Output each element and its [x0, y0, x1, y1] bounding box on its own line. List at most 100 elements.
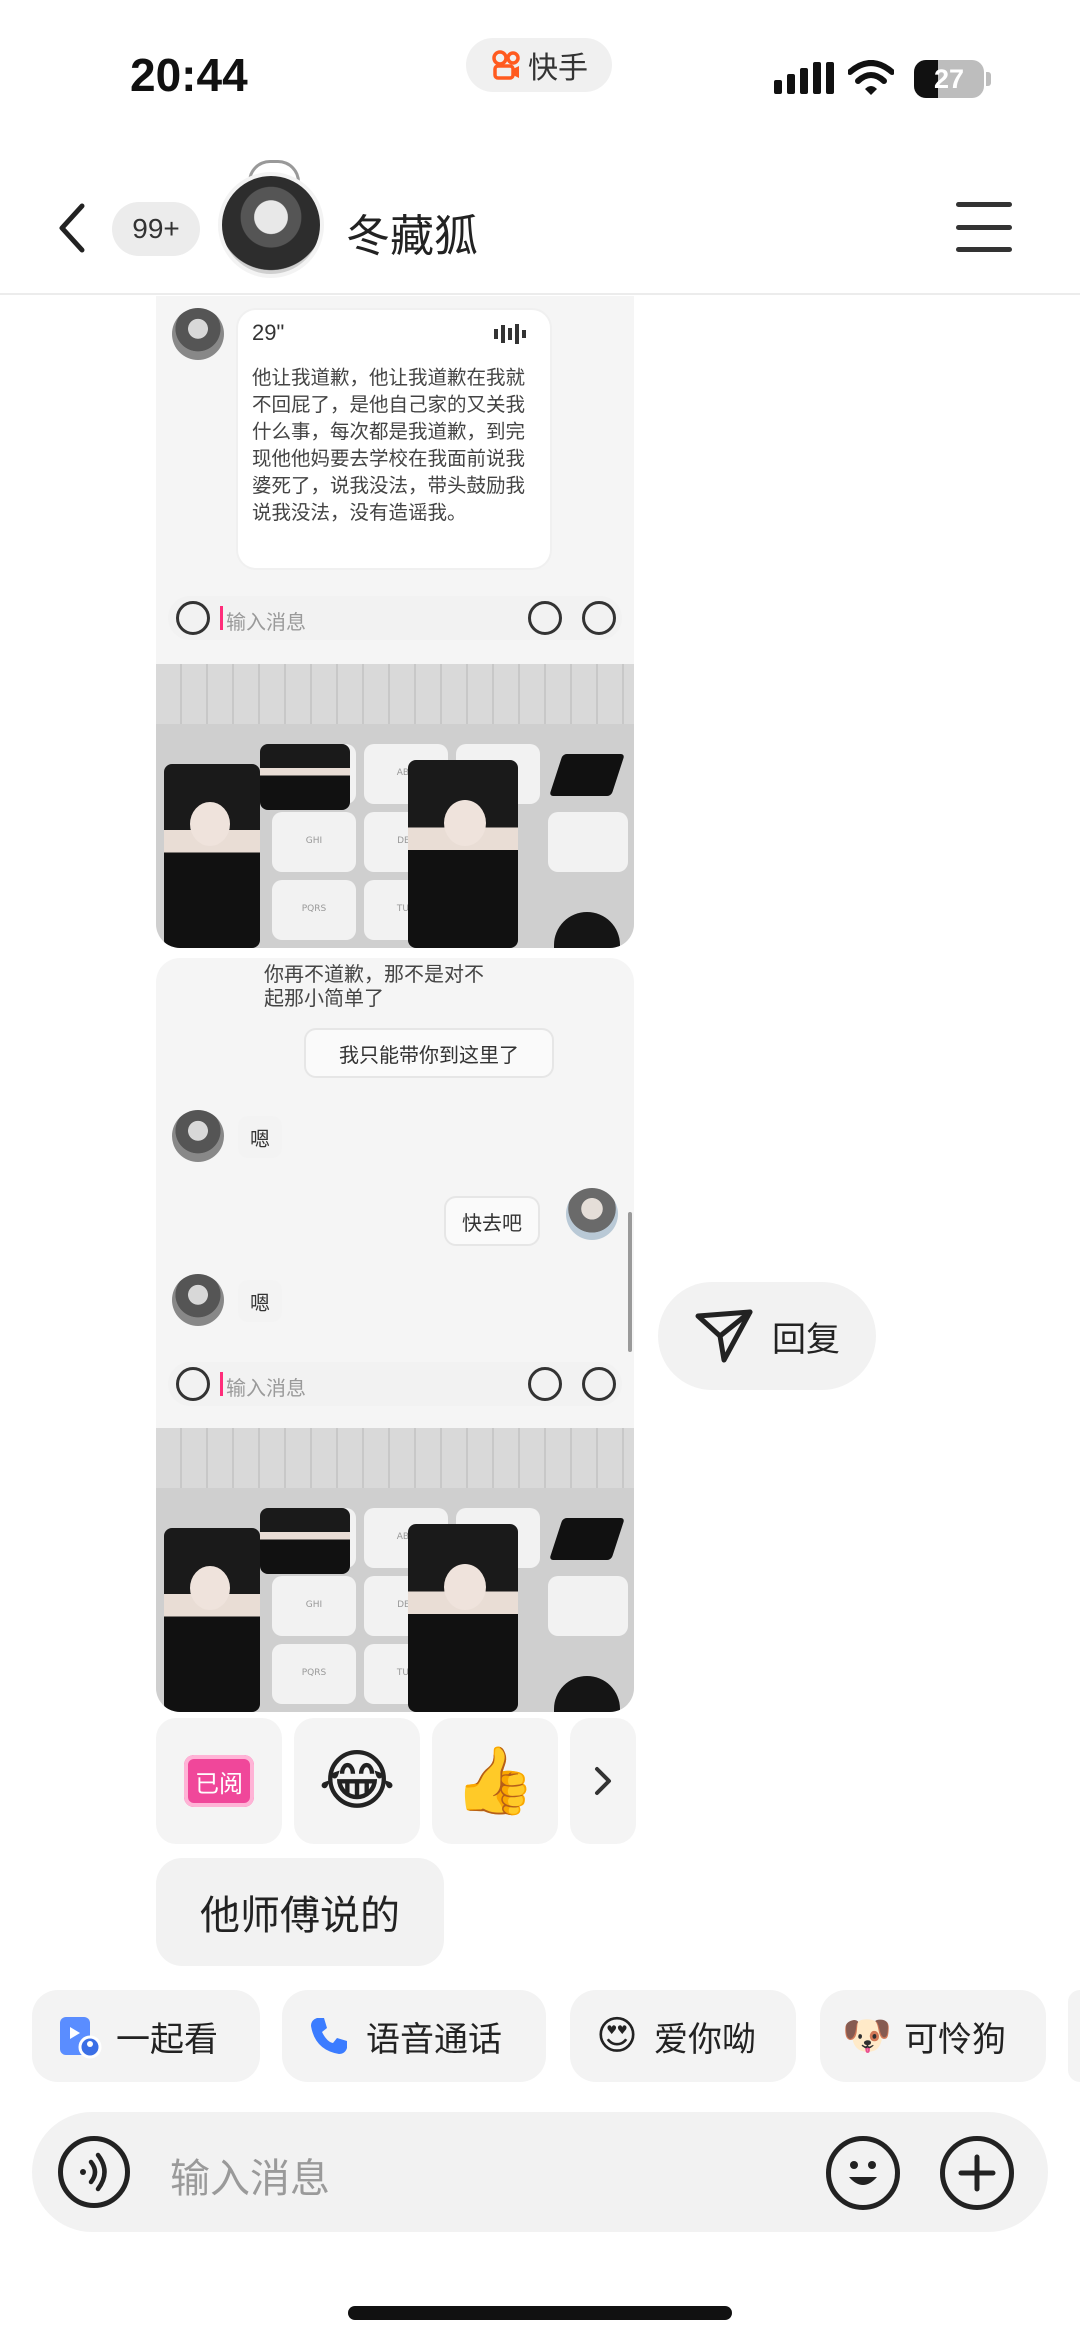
chat-image-screenshot-2[interactable]: 你再不道歉，那不是对不 起那小简单了 我只能带你到这里了 嗯 快去吧 嗯 输入消… [156, 958, 634, 1712]
chevron-right-icon [595, 1767, 611, 1795]
voice-icon [176, 601, 210, 635]
read-badge: 已阅 [184, 1755, 254, 1807]
back-icon [59, 203, 85, 253]
phone-icon [306, 2013, 352, 2059]
keyboard-area: ABC GHI DEF PQRS TUV [156, 664, 634, 948]
quick-action-watch-together[interactable]: 一起看 [32, 1990, 260, 2082]
chat-image-screenshot-1[interactable]: 29" 他让我道歉，他让我道歉在我就不回屁了，是他自己家的又关我什么事，每次都是… [156, 296, 634, 948]
quick-action-overflow[interactable] [1068, 1990, 1080, 2082]
avatar [172, 308, 224, 360]
hearts-pattern [156, 664, 634, 724]
handwritten-bubble: 我只能带你到这里了 [306, 1030, 552, 1076]
sticker-hair [554, 912, 620, 948]
quick-action-label: 语音通话 [366, 2019, 502, 2060]
handwritten-text: 我只能带你到这里了 [339, 1042, 519, 1067]
avatar [172, 1110, 224, 1162]
reply-label: 回复 [772, 1319, 840, 1360]
avatar [172, 1274, 224, 1326]
battery-cap [986, 72, 991, 86]
plus-icon [582, 1367, 616, 1401]
key [548, 812, 628, 872]
contact-name[interactable]: 冬藏狐 [346, 200, 478, 264]
back-button[interactable] [50, 198, 100, 258]
reaction-laugh-button[interactable]: 😂 [294, 1718, 420, 1844]
emoji-button[interactable] [826, 2136, 900, 2210]
keyboard-area: ABC GHI DEF PQRS TUV [156, 1428, 634, 1712]
app-indicator-pill[interactable]: 快手 [466, 38, 612, 92]
voice-input-button[interactable] [58, 2136, 130, 2208]
header-divider [0, 293, 1080, 295]
avatar [566, 1188, 618, 1240]
voice-transcript-card: 29" 他让我道歉，他让我道歉在我就不回屁了，是他自己家的又关我什么事，每次都是… [238, 310, 550, 568]
status-time: 20:44 [130, 49, 248, 101]
sticker-girl-small [260, 744, 350, 810]
text-cursor [220, 1372, 223, 1396]
mini-input-placeholder: 输入消息 [226, 610, 306, 634]
emoji-icon [528, 601, 562, 635]
plus-icon [582, 601, 616, 635]
cellular-signal-icon [774, 62, 834, 94]
key: PQRS [272, 880, 356, 940]
sticker-hair [554, 1676, 620, 1712]
hearts-pattern [156, 1428, 634, 1488]
sticker-laptop [549, 1518, 625, 1560]
scroll-indicator [628, 1212, 632, 1352]
reaction-thumbs-up-button[interactable]: 👍 [432, 1718, 558, 1844]
quick-action-voice-call[interactable]: 语音通话 [282, 1990, 546, 2082]
watch-together-icon [56, 2013, 102, 2059]
kuaishou-logo-icon [490, 49, 522, 81]
text-cursor [220, 606, 223, 630]
laughing-emoji-icon: 😂 [318, 1742, 396, 1819]
sticker-girl-small [260, 1508, 350, 1574]
message-input-placeholder[interactable]: 输入消息 [170, 2146, 330, 2204]
key: GHI [272, 1576, 356, 1636]
reaction-read-button[interactable]: 已阅 [156, 1718, 282, 1844]
menu-icon[interactable] [956, 202, 1012, 252]
plus-button[interactable] [940, 2136, 1014, 2210]
voice-icon [80, 2152, 107, 2192]
reply-button[interactable]: 回复 [658, 1282, 876, 1390]
reaction-more-button[interactable] [570, 1718, 636, 1844]
emoji-icon [849, 2161, 877, 2185]
key-label: GHI [305, 836, 323, 846]
key: GHI [272, 812, 356, 872]
mini-input-bar: 输入消息 [168, 596, 622, 640]
key: PQRS [272, 1644, 356, 1704]
key [548, 1576, 628, 1636]
key-label: PQRS [301, 1668, 327, 1678]
dog-emoji-icon: 🐶 [842, 2013, 892, 2059]
quick-action-label: 一起看 [116, 2019, 218, 2060]
sticker-girl [408, 760, 518, 948]
emoji-icon [528, 1367, 562, 1401]
voice-transcript: 他让我道歉，他让我道歉在我就不回屁了，是他自己家的又关我什么事，每次都是我道歉，… [252, 366, 526, 524]
send-plane-icon [695, 1309, 753, 1363]
plus-icon [958, 2154, 996, 2192]
battery-percent: 27 [933, 64, 965, 94]
app-name: 快手 [528, 51, 588, 86]
quick-action-pitiful-dog[interactable]: 🐶 可怜狗 [820, 1990, 1046, 2082]
voice-duration: 29" [252, 320, 285, 345]
unread-count-badge[interactable]: 99+ [112, 202, 200, 256]
voice-wave-icon [494, 324, 526, 344]
chat-bubble-sent: 快去吧 [446, 1198, 538, 1244]
quick-action-label: 可怜狗 [904, 2019, 1006, 2060]
wifi-icon [847, 60, 895, 100]
contact-avatar[interactable] [218, 172, 324, 278]
home-indicator[interactable] [348, 2306, 732, 2320]
sticker-laptop [549, 754, 625, 796]
mini-input-placeholder: 输入消息 [226, 1376, 306, 1400]
thumbs-up-emoji-icon: 👍 [453, 1742, 537, 1819]
sticker-girl [164, 764, 260, 948]
sticker-girl [164, 1528, 260, 1712]
key-label: PQRS [301, 904, 327, 914]
sticker-girl [408, 1524, 518, 1712]
voice-icon [176, 1367, 210, 1401]
quick-action-label: 爱你呦 [654, 2019, 756, 2060]
chat-bubble: 嗯 [238, 1280, 282, 1322]
quick-action-love-you[interactable]: 😍 爱你呦 [570, 1990, 796, 2082]
key-label: GHI [305, 1600, 323, 1610]
chat-message-bubble[interactable]: 他师傅说的 [156, 1858, 444, 1966]
heart-eyes-emoji-icon: 😍 [596, 2013, 638, 2059]
handwritten-line: 起那小简单了 [264, 986, 384, 1010]
mini-input-bar: 输入消息 [168, 1362, 622, 1406]
